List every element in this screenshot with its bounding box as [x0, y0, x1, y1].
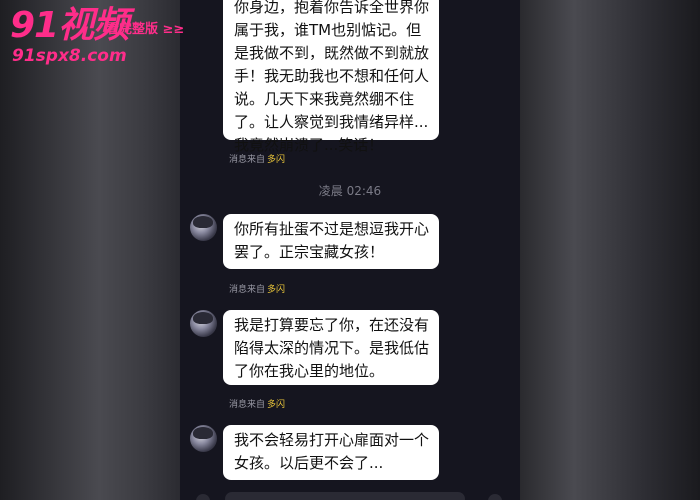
message-source-app[interactable]: 多闪	[267, 155, 285, 165]
avatar[interactable]	[190, 214, 217, 241]
avatar[interactable]	[190, 425, 217, 452]
message-source-prefix: 消息来自	[229, 400, 266, 410]
message-bubble[interactable]: 你身边，抱着你告诉全世界你属于我，谁TM也别惦记。但是我做不到，既然做不到就放手…	[223, 0, 439, 154]
message-source-app[interactable]: 多闪	[267, 285, 285, 295]
message-source: 消息来自 多闪	[229, 152, 285, 165]
message-source: 消息来自 多闪	[229, 282, 285, 295]
message-input[interactable]	[225, 492, 465, 500]
screen: 91视频 看完整版 ≥≥ 91spx8.com 你身边，抱着你告诉全世界你属于我…	[0, 0, 700, 500]
message-text: 我不会轻易打开心扉面对一个女孩。以后更不会了...	[234, 431, 430, 472]
message-text: 你所有扯蛋不过是想逗我开心罢了。正宗宝藏女孩！	[234, 220, 430, 261]
message-source-prefix: 消息来自	[229, 155, 266, 165]
message-source-prefix: 消息来自	[229, 285, 266, 295]
message-text: 你身边，抱着你告诉全世界你属于我，谁TM也别惦记。但是我做不到，既然做不到就放手…	[234, 0, 430, 154]
background-right-panel	[520, 0, 700, 500]
message-text: 我是打算要忘了你，在还没有陷得太深的情况下。是我低估了你在我心里的地位。	[234, 316, 430, 380]
watermark-tagline: 看完整版 ≥≥	[106, 22, 185, 37]
watermark: 91视频 看完整版 ≥≥ 91spx8.com	[10, 6, 200, 67]
background-left-panel	[0, 0, 180, 500]
message-bubble[interactable]: 我不会轻易打开心扉面对一个女孩。以后更不会了...	[223, 425, 439, 480]
watermark-url: 91spx8.com	[12, 46, 127, 66]
message-source: 消息来自 多闪	[229, 397, 285, 410]
message-source-app[interactable]: 多闪	[267, 400, 285, 410]
avatar[interactable]	[190, 310, 217, 337]
message-bubble[interactable]: 我是打算要忘了你，在还没有陷得太深的情况下。是我低估了你在我心里的地位。	[223, 310, 439, 385]
message-bubble[interactable]: 你所有扯蛋不过是想逗我开心罢了。正宗宝藏女孩！	[223, 214, 439, 269]
chat-timestamp: 凌晨 02:46	[318, 184, 382, 198]
